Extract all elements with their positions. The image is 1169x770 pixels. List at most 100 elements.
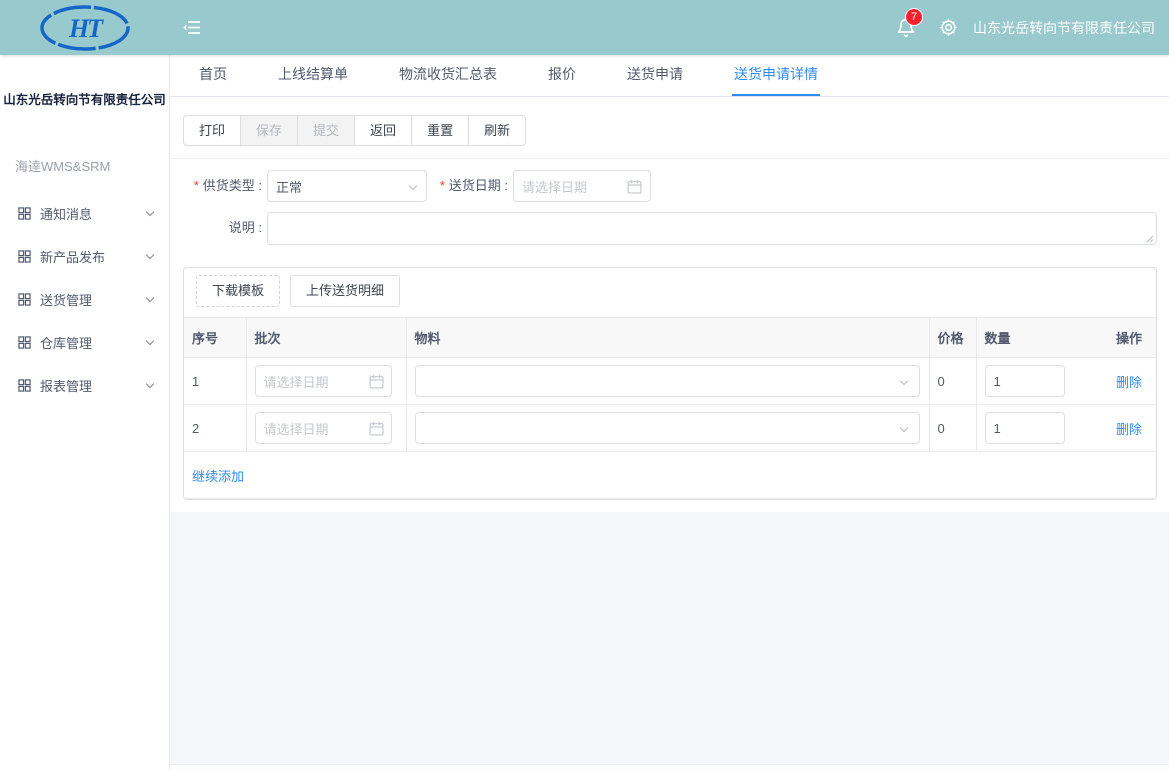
grid-icon	[18, 250, 31, 263]
row-seq: 2	[184, 405, 246, 452]
chevron-down-icon	[899, 377, 907, 385]
sidebar-item-delivery-management[interactable]: 送货管理	[0, 278, 169, 321]
delivery-date-placeholder: 请选择日期	[522, 177, 587, 196]
toolbar-separator	[170, 158, 1169, 159]
notification-bell-icon[interactable]: 7	[896, 15, 920, 41]
reset-button[interactable]: 重置	[411, 115, 469, 146]
required-asterisk: *	[440, 178, 445, 193]
grid-icon	[18, 207, 31, 220]
download-template-button[interactable]: 下载模板	[196, 275, 280, 307]
grid-icon	[18, 293, 31, 306]
header-company-name[interactable]: 山东光岳转向节有限责任公司	[973, 18, 1155, 38]
tab-delivery-request[interactable]: 送货申请	[625, 54, 685, 96]
detail-table: 序号 批次 物料 价格 数量 操作 1 请选择日期	[184, 317, 1156, 499]
content-panel: 打印 保存 提交 返回 重置 刷新 *供货类型 : 正常 *送货日期 : 请选择…	[170, 97, 1169, 512]
add-more-link[interactable]: 继续添加	[192, 469, 244, 484]
upload-detail-button[interactable]: 上传送货明细	[290, 275, 400, 307]
form-row-1: *供货类型 : 正常 *送货日期 : 请选择日期	[170, 170, 1169, 202]
supply-type-label: *供货类型 :	[170, 170, 262, 202]
required-asterisk: *	[194, 178, 199, 193]
form-row-2: 说明 :	[170, 212, 1169, 248]
note-field-wrap	[267, 212, 1157, 248]
row-price: 0	[929, 358, 976, 405]
col-header-qty: 数量	[976, 318, 1098, 358]
col-header-seq: 序号	[184, 318, 246, 358]
chevron-down-icon	[899, 424, 907, 432]
sidebar: 山东光岳转向节有限责任公司 海逹WMS&SRM 通知消息 新产品发布 送货管理	[0, 55, 170, 770]
sidebar-menu: 通知消息 新产品发布 送货管理 仓库管理	[0, 192, 169, 407]
calendar-icon	[369, 374, 384, 389]
delete-row-link[interactable]: 删除	[1116, 375, 1142, 390]
logo-text: HT	[68, 14, 104, 43]
chevron-down-icon	[146, 251, 154, 259]
save-button[interactable]: 保存	[240, 115, 298, 146]
tab-online-settlement[interactable]: 上线结算单	[276, 54, 350, 96]
detail-buttons-row: 下载模板 上传送货明细	[184, 268, 1156, 317]
batch-date-picker[interactable]: 请选择日期	[255, 412, 392, 444]
quantity-input[interactable]	[985, 412, 1065, 444]
logo-ellipse-icon: HT	[37, 4, 133, 52]
tab-quotation[interactable]: 报价	[546, 54, 578, 96]
note-label: 说明 :	[170, 212, 262, 244]
delivery-date-label: *送货日期 :	[427, 170, 508, 202]
grid-icon	[18, 379, 31, 392]
table-row: 1 请选择日期	[184, 358, 1156, 405]
row-seq: 1	[184, 358, 246, 405]
calendar-icon	[627, 179, 642, 194]
logo[interactable]: HT	[0, 4, 170, 52]
toolbar: 打印 保存 提交 返回 重置 刷新	[183, 115, 526, 146]
sidebar-company-title: 山东光岳转向节有限责任公司	[0, 89, 169, 108]
supply-type-select[interactable]: 正常	[267, 170, 427, 202]
menu-fold-icon[interactable]	[183, 20, 201, 35]
tab-delivery-request-detail[interactable]: 送货申请详情	[732, 54, 820, 96]
col-header-action: 操作	[1098, 318, 1156, 358]
sidebar-item-warehouse-management[interactable]: 仓库管理	[0, 321, 169, 364]
sidebar-item-notifications[interactable]: 通知消息	[0, 192, 169, 235]
batch-date-picker[interactable]: 请选择日期	[255, 365, 392, 397]
sidebar-item-label: 报表管理	[40, 376, 92, 395]
note-textarea[interactable]	[267, 212, 1157, 245]
top-header: HT 7 山东光岳转向节有限责任公司	[0, 0, 1169, 55]
chevron-down-icon	[146, 294, 154, 302]
sidebar-item-label: 通知消息	[40, 204, 92, 223]
grid-icon	[18, 336, 31, 349]
tab-bar: 首页 上线结算单 物流收货汇总表 报价 送货申请 送货申请详情	[170, 55, 1169, 97]
chevron-down-icon	[409, 182, 417, 190]
print-button[interactable]: 打印	[183, 115, 241, 146]
chevron-down-icon	[146, 380, 154, 388]
table-footer-row: 继续添加	[184, 452, 1156, 499]
refresh-button[interactable]: 刷新	[468, 115, 526, 146]
table-row: 2 请选择日期	[184, 405, 1156, 452]
delivery-detail-box: 下载模板 上传送货明细 序号 批次 物料 价格 数量 操作 1	[183, 267, 1157, 500]
sidebar-item-new-products[interactable]: 新产品发布	[0, 235, 169, 278]
header-right: 7 山东光岳转向节有限责任公司	[896, 15, 1169, 41]
sidebar-item-label: 仓库管理	[40, 333, 92, 352]
col-header-price: 价格	[929, 318, 976, 358]
tab-home[interactable]: 首页	[197, 54, 229, 96]
sidebar-item-report-management[interactable]: 报表管理	[0, 364, 169, 407]
batch-date-placeholder: 请选择日期	[264, 372, 329, 391]
quantity-input[interactable]	[985, 365, 1065, 397]
settings-gear-icon[interactable]	[938, 17, 959, 38]
table-header-row: 序号 批次 物料 价格 数量 操作	[184, 318, 1156, 358]
col-header-material: 物料	[406, 318, 929, 358]
delete-row-link[interactable]: 删除	[1116, 422, 1142, 437]
horizontal-scrollbar-track[interactable]	[170, 764, 1169, 770]
sidebar-system-name: 海逹WMS&SRM	[15, 156, 169, 175]
chevron-down-icon	[146, 337, 154, 345]
back-button[interactable]: 返回	[354, 115, 412, 146]
col-header-batch: 批次	[246, 318, 406, 358]
batch-date-placeholder: 请选择日期	[264, 419, 329, 438]
sidebar-item-label: 送货管理	[40, 290, 92, 309]
material-select[interactable]	[415, 412, 920, 444]
notification-badge: 7	[905, 8, 923, 26]
sidebar-item-label: 新产品发布	[40, 247, 105, 266]
supply-type-value: 正常	[276, 177, 302, 196]
tab-logistics-receipt-summary[interactable]: 物流收货汇总表	[397, 54, 499, 96]
chevron-down-icon	[146, 208, 154, 216]
material-select[interactable]	[415, 365, 920, 397]
row-price: 0	[929, 405, 976, 452]
calendar-icon	[369, 421, 384, 436]
submit-button[interactable]: 提交	[297, 115, 355, 146]
delivery-date-picker[interactable]: 请选择日期	[513, 170, 651, 202]
